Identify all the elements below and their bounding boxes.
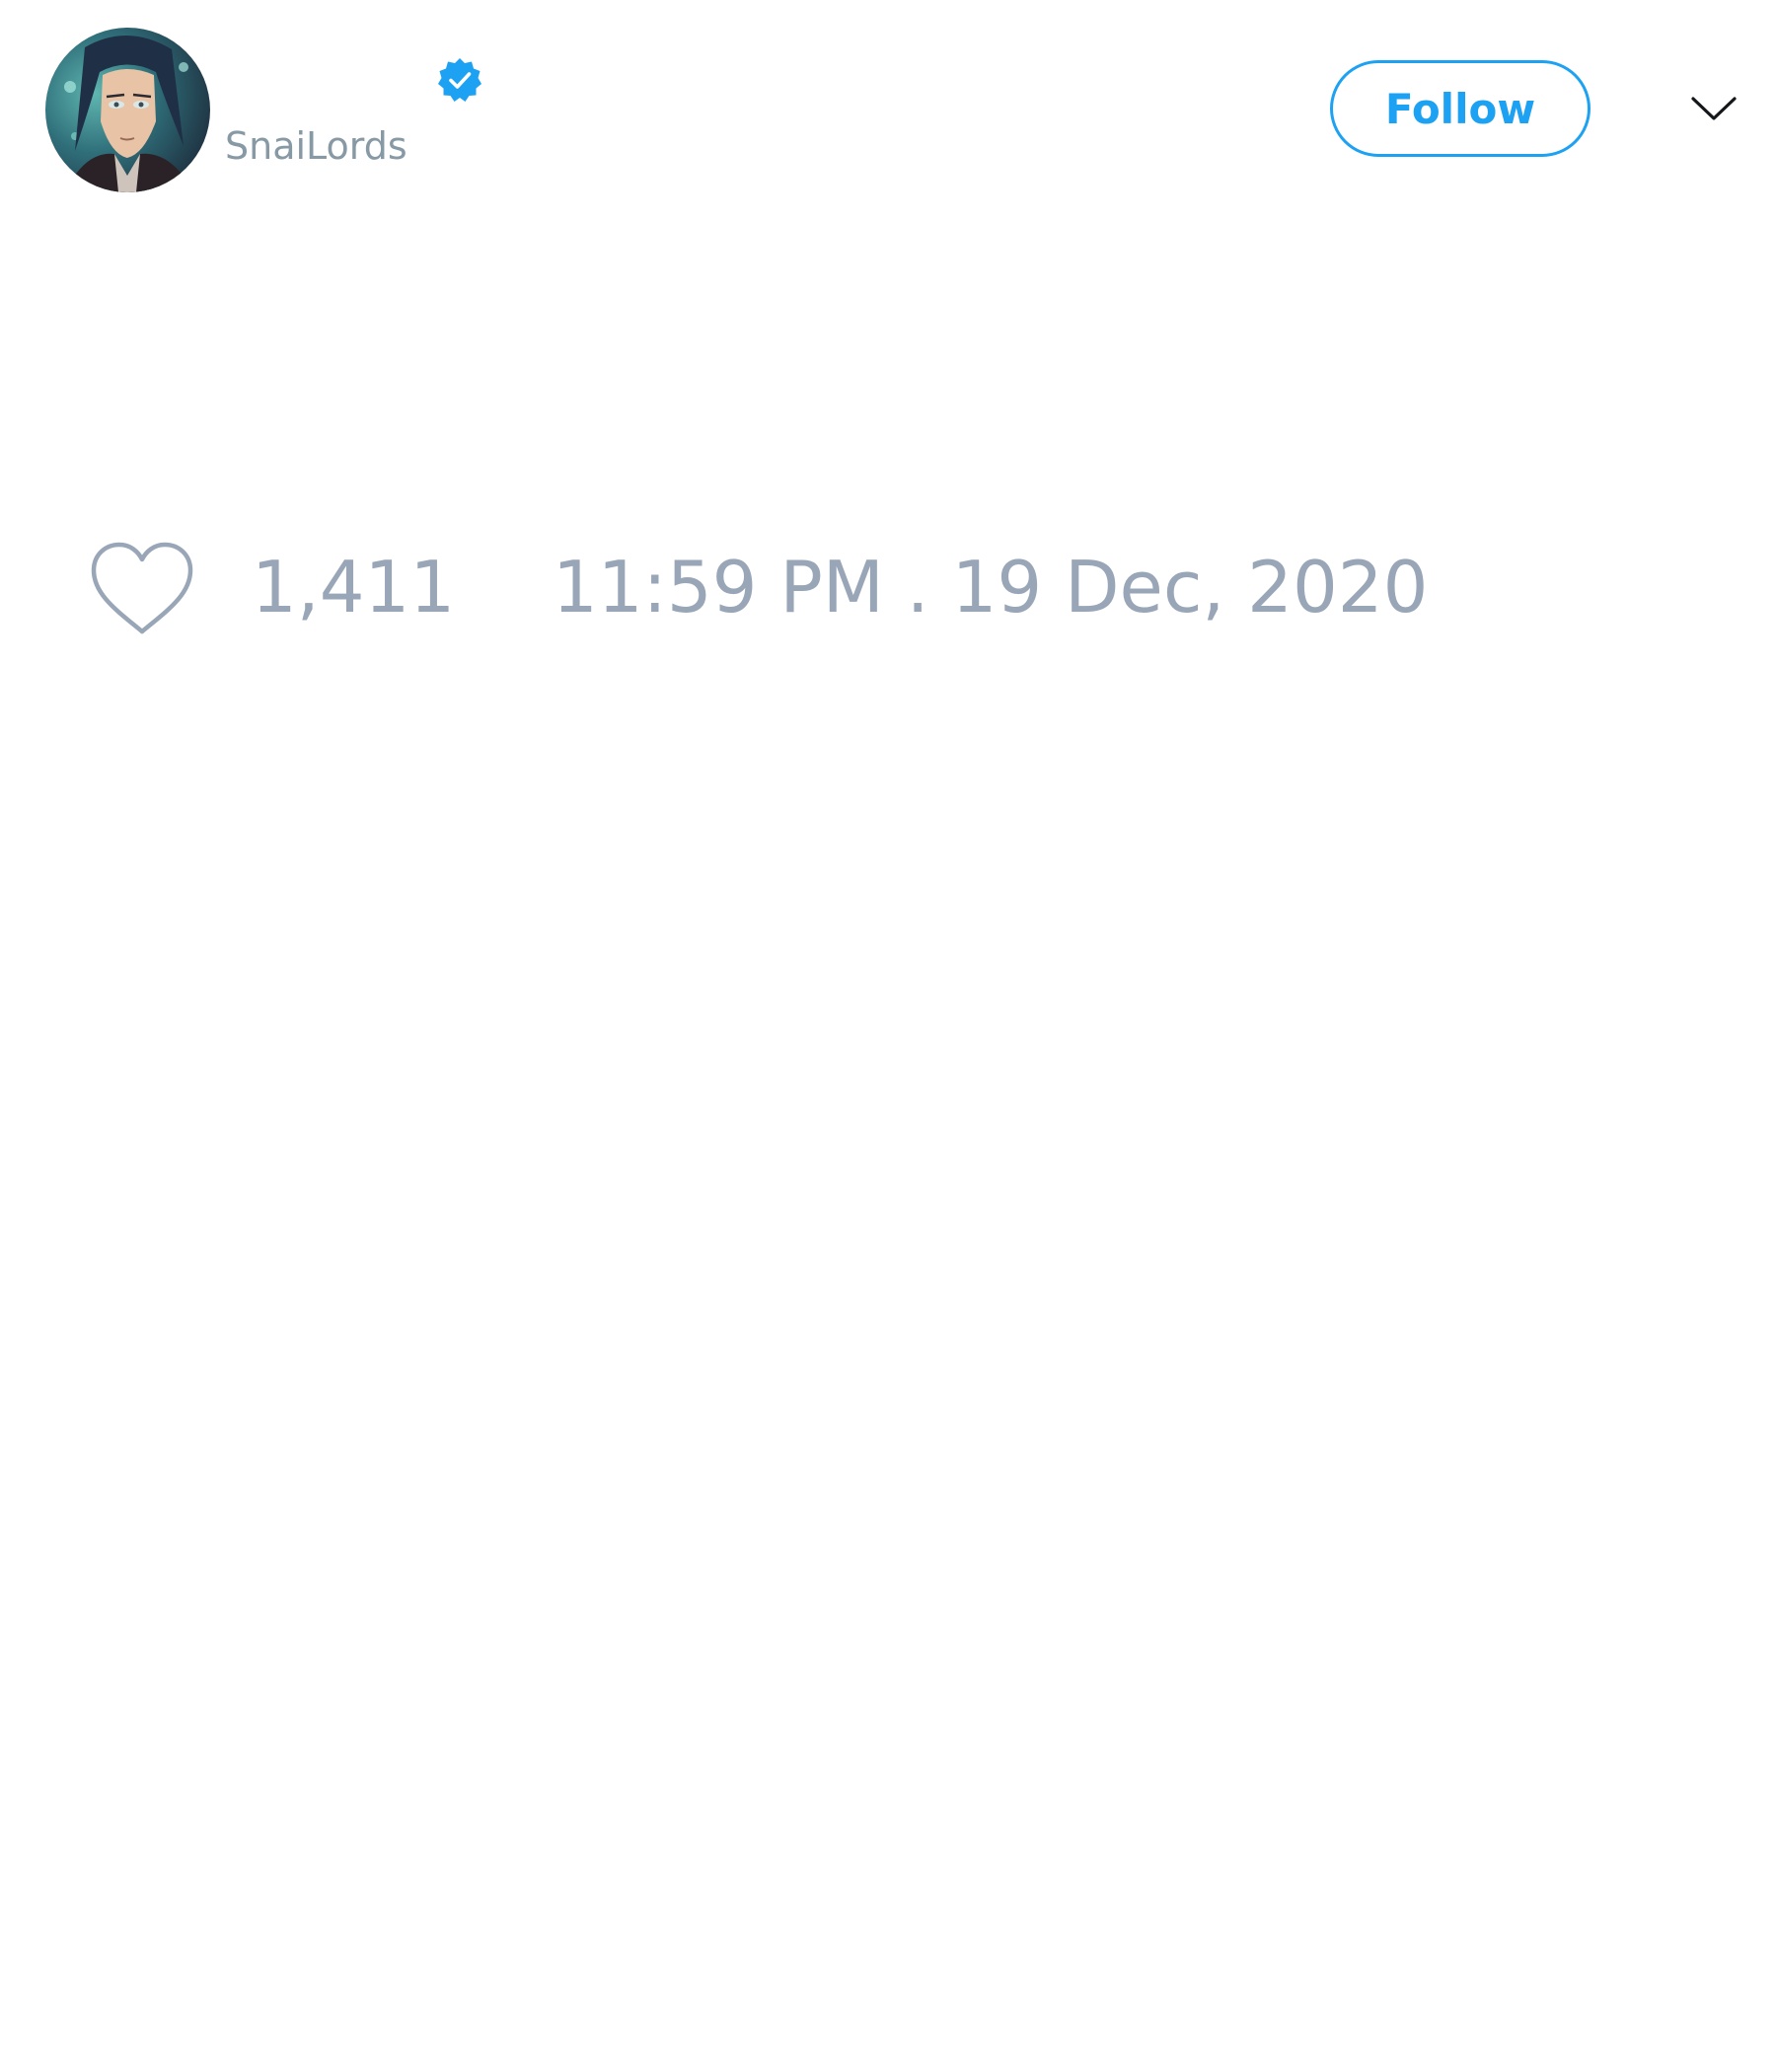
tweet-card: SnaiLords Follow 1,411 11:59 PM . 19 Dec… bbox=[0, 0, 1776, 2072]
tweet-timestamp[interactable]: 11:59 PM . 19 Dec, 2020 bbox=[553, 545, 1428, 629]
author-avatar[interactable] bbox=[45, 28, 210, 192]
heart-icon[interactable] bbox=[89, 541, 195, 639]
follow-button[interactable]: Follow bbox=[1330, 60, 1591, 157]
author-name-row[interactable] bbox=[225, 51, 521, 111]
tweet-meta-row: 1,411 11:59 PM . 19 Dec, 2020 bbox=[0, 533, 1776, 651]
like-count[interactable]: 1,411 bbox=[252, 545, 455, 629]
author-handle[interactable]: SnaiLords bbox=[225, 124, 407, 168]
verified-badge-icon bbox=[436, 56, 483, 104]
user-avatar-icon bbox=[45, 28, 210, 192]
chevron-down-icon[interactable] bbox=[1689, 91, 1739, 126]
